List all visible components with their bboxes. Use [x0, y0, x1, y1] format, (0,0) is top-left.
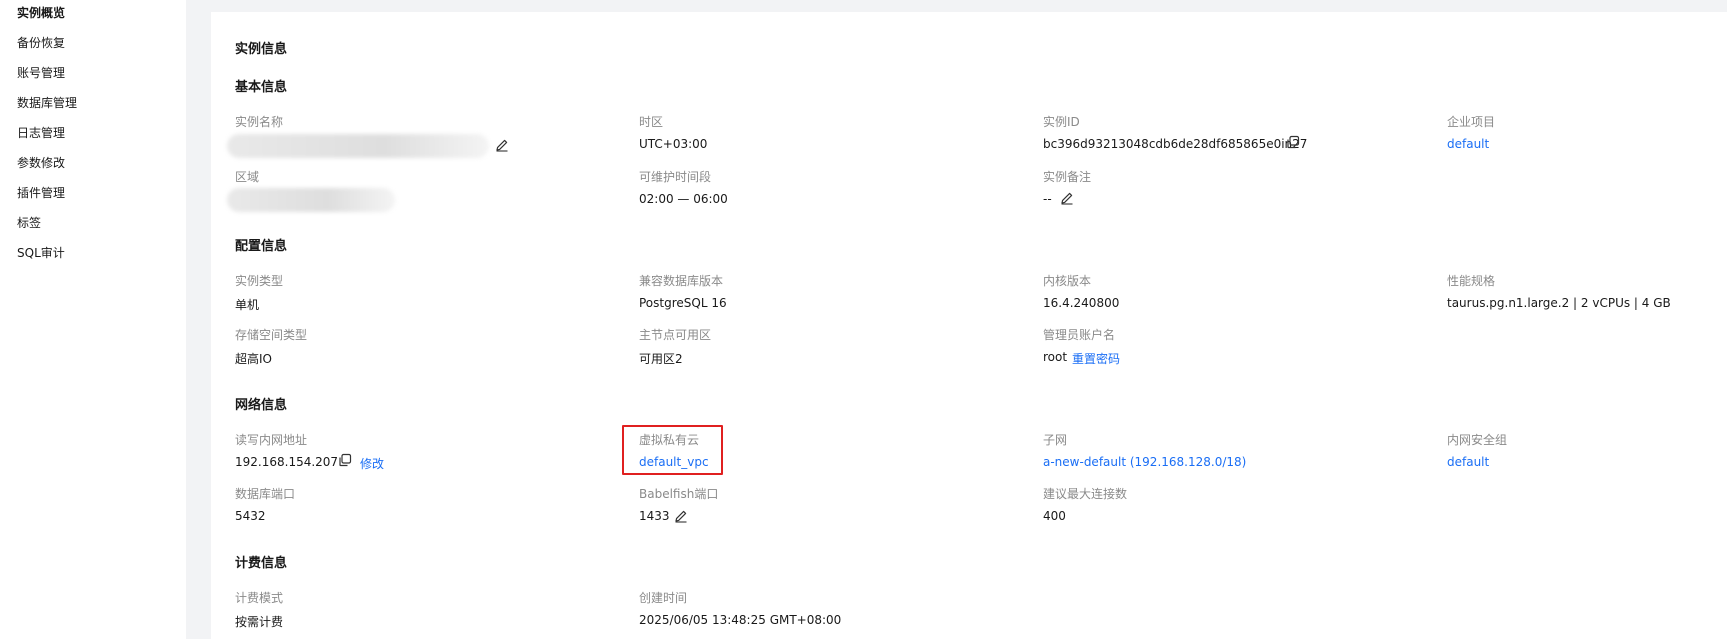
- storage-type-value: 超高IO: [235, 352, 272, 366]
- sidebar-item-log-management[interactable]: 日志管理: [17, 124, 65, 141]
- modify-ip-link[interactable]: 修改: [360, 455, 384, 472]
- copy-icon[interactable]: [1285, 134, 1301, 150]
- sidebar-item-sql-audit[interactable]: SQL审计: [17, 244, 65, 261]
- db-port-label: 数据库端口: [235, 487, 296, 501]
- instance-name-redacted: [227, 134, 489, 158]
- edit-icon[interactable]: [673, 508, 689, 524]
- kernel-version-value: 16.4.240800: [1043, 296, 1120, 310]
- vpc-link[interactable]: default_vpc: [639, 455, 709, 469]
- instance-name-label: 实例名称: [235, 115, 284, 129]
- sidebar-item-parameters[interactable]: 参数修改: [17, 154, 65, 171]
- section-title-billing: 计费信息: [235, 556, 288, 571]
- max-connections-label: 建议最大连接数: [1043, 487, 1128, 501]
- primary-az-value: 可用区2: [639, 352, 683, 366]
- region-label: 区域: [235, 170, 260, 184]
- timezone-value: UTC+03:00: [639, 137, 708, 151]
- section-title-basic: 基本信息: [235, 80, 288, 95]
- maintenance-window-value: 02:00 — 06:00: [639, 192, 728, 206]
- subnet-link[interactable]: a-new-default (192.168.128.0/18): [1043, 455, 1246, 469]
- region-redacted: [227, 188, 395, 212]
- reset-password-link[interactable]: 重置密码: [1072, 350, 1120, 367]
- edit-icon[interactable]: [494, 137, 510, 153]
- billing-mode-label: 计费模式: [235, 591, 284, 605]
- remark-label: 实例备注: [1043, 170, 1092, 184]
- sidebar-item-database-management[interactable]: 数据库管理: [17, 94, 77, 111]
- sidebar-item-account-management[interactable]: 账号管理: [17, 64, 65, 81]
- babelfish-port-label: Babelfish端口: [639, 487, 719, 501]
- created-time-label: 创建时间: [639, 591, 688, 605]
- private-ip-label: 读写内网地址: [235, 433, 308, 447]
- sidebar-item-backup-restore[interactable]: 备份恢复: [17, 34, 65, 51]
- babelfish-port-value: 1433: [639, 509, 670, 523]
- flavor-label: 性能规格: [1447, 274, 1496, 288]
- remark-value: --: [1043, 192, 1052, 206]
- vpc-label: 虚拟私有云: [639, 433, 700, 447]
- max-connections-value: 400: [1043, 509, 1066, 523]
- timezone-label: 时区: [639, 115, 664, 129]
- instance-id-value: bc396d93213048cdb6de28df685865e0in27: [1043, 137, 1308, 151]
- subnet-label: 子网: [1043, 433, 1068, 447]
- instance-id-label: 实例ID: [1043, 115, 1080, 129]
- kernel-version-label: 内核版本: [1043, 274, 1092, 288]
- edit-icon[interactable]: [1059, 190, 1075, 206]
- instance-info-panel: 实例信息 基本信息 实例名称 时区 UTC+03:00 实例ID bc396d9…: [211, 12, 1727, 639]
- flavor-value: taurus.pg.n1.large.2 | 2 vCPUs | 4 GB: [1447, 296, 1671, 310]
- maintenance-window-label: 可维护时间段: [639, 170, 712, 184]
- admin-account-value: root: [1043, 350, 1068, 364]
- sidebar-item-instance-overview[interactable]: 实例概览: [17, 4, 65, 21]
- security-group-label: 内网安全组: [1447, 433, 1508, 447]
- private-ip-value: 192.168.154.207: [235, 455, 339, 469]
- page-title: 实例信息: [235, 42, 288, 57]
- db-version-value: PostgreSQL 16: [639, 296, 727, 310]
- db-version-label: 兼容数据库版本: [639, 274, 724, 288]
- sidebar-item-tags[interactable]: 标签: [17, 214, 41, 231]
- admin-account-label: 管理员账户名: [1043, 328, 1116, 342]
- security-group-link[interactable]: default: [1447, 455, 1489, 469]
- db-port-value: 5432: [235, 509, 266, 523]
- enterprise-project-label: 企业项目: [1447, 115, 1496, 129]
- storage-type-label: 存储空间类型: [235, 328, 308, 342]
- instance-type-label: 实例类型: [235, 274, 284, 288]
- sidebar: 实例概览 备份恢复 账号管理 数据库管理 日志管理 参数修改 插件管理 标签 S…: [0, 0, 186, 639]
- section-title-config: 配置信息: [235, 239, 288, 254]
- created-time-value: 2025/06/05 13:48:25 GMT+08:00: [639, 613, 842, 627]
- primary-az-label: 主节点可用区: [639, 328, 712, 342]
- enterprise-project-link[interactable]: default: [1447, 137, 1489, 151]
- instance-type-value: 单机: [235, 298, 260, 312]
- section-title-network: 网络信息: [235, 398, 288, 413]
- sidebar-item-plugins[interactable]: 插件管理: [17, 184, 65, 201]
- copy-icon[interactable]: [337, 452, 353, 468]
- billing-mode-value: 按需计费: [235, 615, 284, 629]
